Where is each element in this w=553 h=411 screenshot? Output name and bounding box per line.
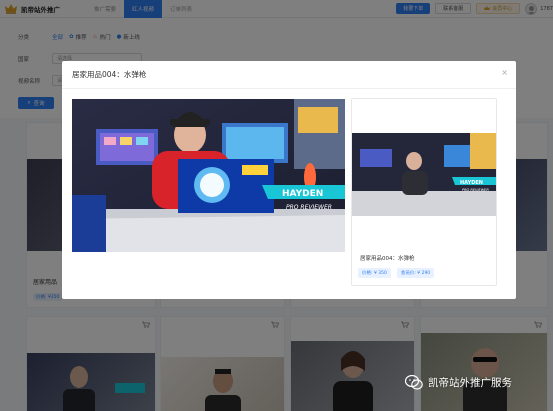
video-detail-modal: 居家用品004：水弹枪 × HAYDEN PRO REVIEWER HAYDEN…: [62, 61, 516, 299]
video-title: 居家用品004：水弹枪: [360, 256, 415, 262]
video-info-card: HAYDEN PRO REVIEWER 居家用品004：水弹枪 价格: ¥ 35…: [351, 98, 497, 286]
watermark-text: 凯帝站外推广服务: [428, 377, 512, 389]
modal-title: 居家用品004：水弹枪: [72, 70, 147, 79]
wechat-icon: [405, 375, 423, 390]
overlay-name: HAYDEN: [282, 189, 323, 199]
modal-divider: [62, 88, 516, 89]
overlay-subtitle-small: PRO REVIEWER: [462, 188, 489, 192]
price-badge: 价格: ¥ 350: [358, 268, 391, 278]
close-icon[interactable]: ×: [501, 68, 508, 77]
video-frame-illustration: HAYDEN PRO REVIEWER: [352, 133, 496, 216]
member-price-badge: 会员价: ¥ 290: [396, 268, 435, 278]
watermark: 凯帝站外推广服务: [405, 375, 512, 390]
price-row: 价格: ¥ 350 会员价: ¥ 290: [358, 268, 435, 278]
overlay-name-small: HAYDEN: [460, 180, 483, 186]
main-video-player[interactable]: HAYDEN PRO REVIEWER: [72, 99, 345, 252]
video-frame-illustration: HAYDEN PRO REVIEWER: [72, 99, 345, 252]
side-video-player[interactable]: HAYDEN PRO REVIEWER: [352, 133, 496, 216]
overlay-subtitle: PRO REVIEWER: [286, 204, 332, 211]
